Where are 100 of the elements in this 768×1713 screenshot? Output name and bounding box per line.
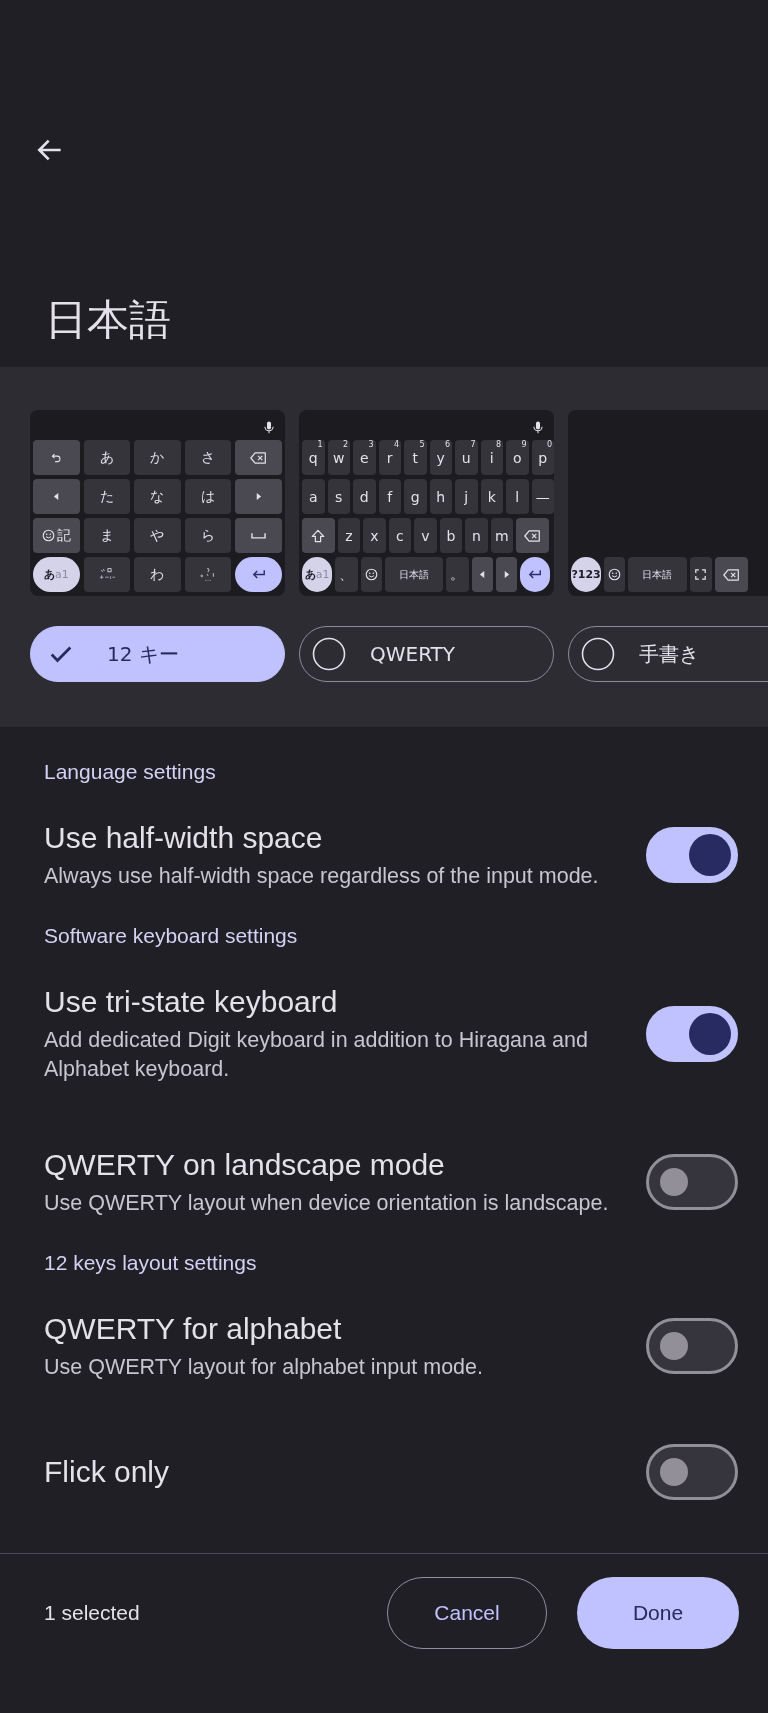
right-arrow-icon xyxy=(255,493,263,500)
toggle-switch[interactable] xyxy=(646,1318,738,1374)
enter-icon xyxy=(528,569,543,580)
fullscreen-icon xyxy=(695,569,707,580)
keyboard-preview[interactable]: ?123 日本語 xyxy=(568,410,768,596)
setting-title: QWERTY for alphabet xyxy=(44,1311,343,1347)
toggle-switch[interactable] xyxy=(646,827,738,883)
key-label: n xyxy=(472,527,481,544)
key-label: r xyxy=(386,449,393,466)
key-label: か xyxy=(150,448,165,467)
backspace-icon xyxy=(722,568,740,581)
backspace-icon xyxy=(524,529,542,542)
key-label: e xyxy=(359,449,369,466)
key-label: l xyxy=(515,488,520,505)
key-label: や xyxy=(150,526,165,545)
space-icon xyxy=(251,532,267,539)
setting-description: Use QWERTY layout for alphabet input mode. xyxy=(44,1354,484,1381)
key-label: 日本語 xyxy=(398,567,429,582)
key-label: x xyxy=(370,527,379,544)
page-title: 日本語 xyxy=(45,296,172,344)
selection-count: 1 selected xyxy=(44,1600,140,1625)
section-header: Software keyboard settings xyxy=(43,923,299,949)
key-hint: 0 xyxy=(546,440,552,449)
left-arrow-icon xyxy=(52,493,60,500)
key-label: — xyxy=(535,488,550,505)
toggle-switch[interactable] xyxy=(646,1154,738,1210)
keyboard-preview[interactable]: あ か さ た な は 記 ま や ら あa1 わ xyxy=(30,410,285,596)
radio-icon xyxy=(581,637,615,671)
dakuten-icon xyxy=(97,567,116,582)
layout-chip[interactable]: 12 キー xyxy=(30,626,285,682)
key-label: わ xyxy=(150,565,165,584)
right-arrow-icon xyxy=(502,571,510,578)
key-label: o xyxy=(512,449,522,466)
key-label: g xyxy=(410,488,420,505)
key-label: 記 xyxy=(56,526,71,545)
key-label: あ xyxy=(99,448,114,467)
setting-description: Always use half-width space regardless of the input mode. xyxy=(44,863,600,890)
key-label: m xyxy=(495,527,509,544)
key-label: u xyxy=(461,449,471,466)
key-label: f xyxy=(387,488,393,505)
key-hint: 5 xyxy=(419,440,425,449)
key-label: k xyxy=(487,488,496,505)
key-label: z xyxy=(345,527,353,544)
left-arrow-icon xyxy=(478,571,486,578)
radio-icon xyxy=(312,637,346,671)
key-label: ら xyxy=(201,526,216,545)
undo-icon xyxy=(50,452,62,463)
key-label: v xyxy=(421,527,430,544)
microphone-icon xyxy=(533,420,543,434)
setting-title: Flick only xyxy=(44,1454,171,1490)
key-hint: 6 xyxy=(444,440,450,449)
key-hint: 3 xyxy=(368,440,374,449)
done-button[interactable]: Done xyxy=(577,1576,739,1649)
setting-title: Use half-width space xyxy=(44,820,324,856)
key-label: ま xyxy=(99,526,114,545)
keyboard-preview[interactable]: 1 q 2 w 3 e 4 r 5 t 6 y 7 u 8 i 9 o 0 p a s d f g h j k l — z x c v b n m あa1 、 日本語 。 xyxy=(299,410,554,596)
key-label: 、 xyxy=(339,565,354,584)
key-label: d xyxy=(359,488,369,505)
setting-title: QWERTY on landscape mode xyxy=(44,1147,446,1183)
key-label: h xyxy=(436,488,446,505)
toggle-switch[interactable] xyxy=(646,1444,738,1500)
key-hint: 1 xyxy=(317,440,323,449)
key-hint: 4 xyxy=(393,440,399,449)
section-header: 12 keys layout settings xyxy=(43,1250,258,1276)
setting-description: Add dedicated Digit keyboard in addition to Hiragana and Alphabet keyboard. xyxy=(44,1027,589,1083)
key-label: 日本語 xyxy=(642,567,673,582)
key-hint: 9 xyxy=(521,440,527,449)
key-label: 。 xyxy=(450,565,465,584)
key-label: は xyxy=(201,487,216,506)
backspace-icon xyxy=(250,451,268,464)
key-hint: 7 xyxy=(470,440,476,449)
key-label: s xyxy=(335,488,343,505)
key-label: な xyxy=(150,487,165,506)
key-hint: 2 xyxy=(342,440,348,449)
section-header: Language settings xyxy=(43,759,217,785)
key-label: y xyxy=(436,449,445,466)
setting-title: Use tri-state keyboard xyxy=(44,984,339,1020)
enter-icon xyxy=(251,569,266,580)
key-label: w xyxy=(333,449,345,466)
shift-icon xyxy=(311,528,326,543)
key-hint: 8 xyxy=(495,440,501,449)
emoji-icon xyxy=(608,568,622,581)
key-label: た xyxy=(99,487,114,506)
emoji-icon xyxy=(41,529,55,542)
toggle-switch[interactable] xyxy=(646,1005,738,1062)
key-label: さ xyxy=(201,448,216,467)
key-label: a xyxy=(308,488,318,505)
key-label: あa1 xyxy=(304,567,330,582)
key-label: p xyxy=(538,449,548,466)
emoji-icon xyxy=(364,568,378,581)
key-label: i xyxy=(489,449,494,466)
key-label: t xyxy=(412,449,418,466)
key-label: あa1 xyxy=(43,567,69,582)
key-label: b xyxy=(446,527,456,544)
key-label: c xyxy=(396,527,404,544)
microphone-icon xyxy=(264,420,274,434)
key-label: ?123 xyxy=(571,568,601,581)
key-label: q xyxy=(308,449,318,466)
setting-description: Use QWERTY layout when device orientation is landscape. xyxy=(44,1190,610,1217)
key-label: j xyxy=(464,488,469,505)
